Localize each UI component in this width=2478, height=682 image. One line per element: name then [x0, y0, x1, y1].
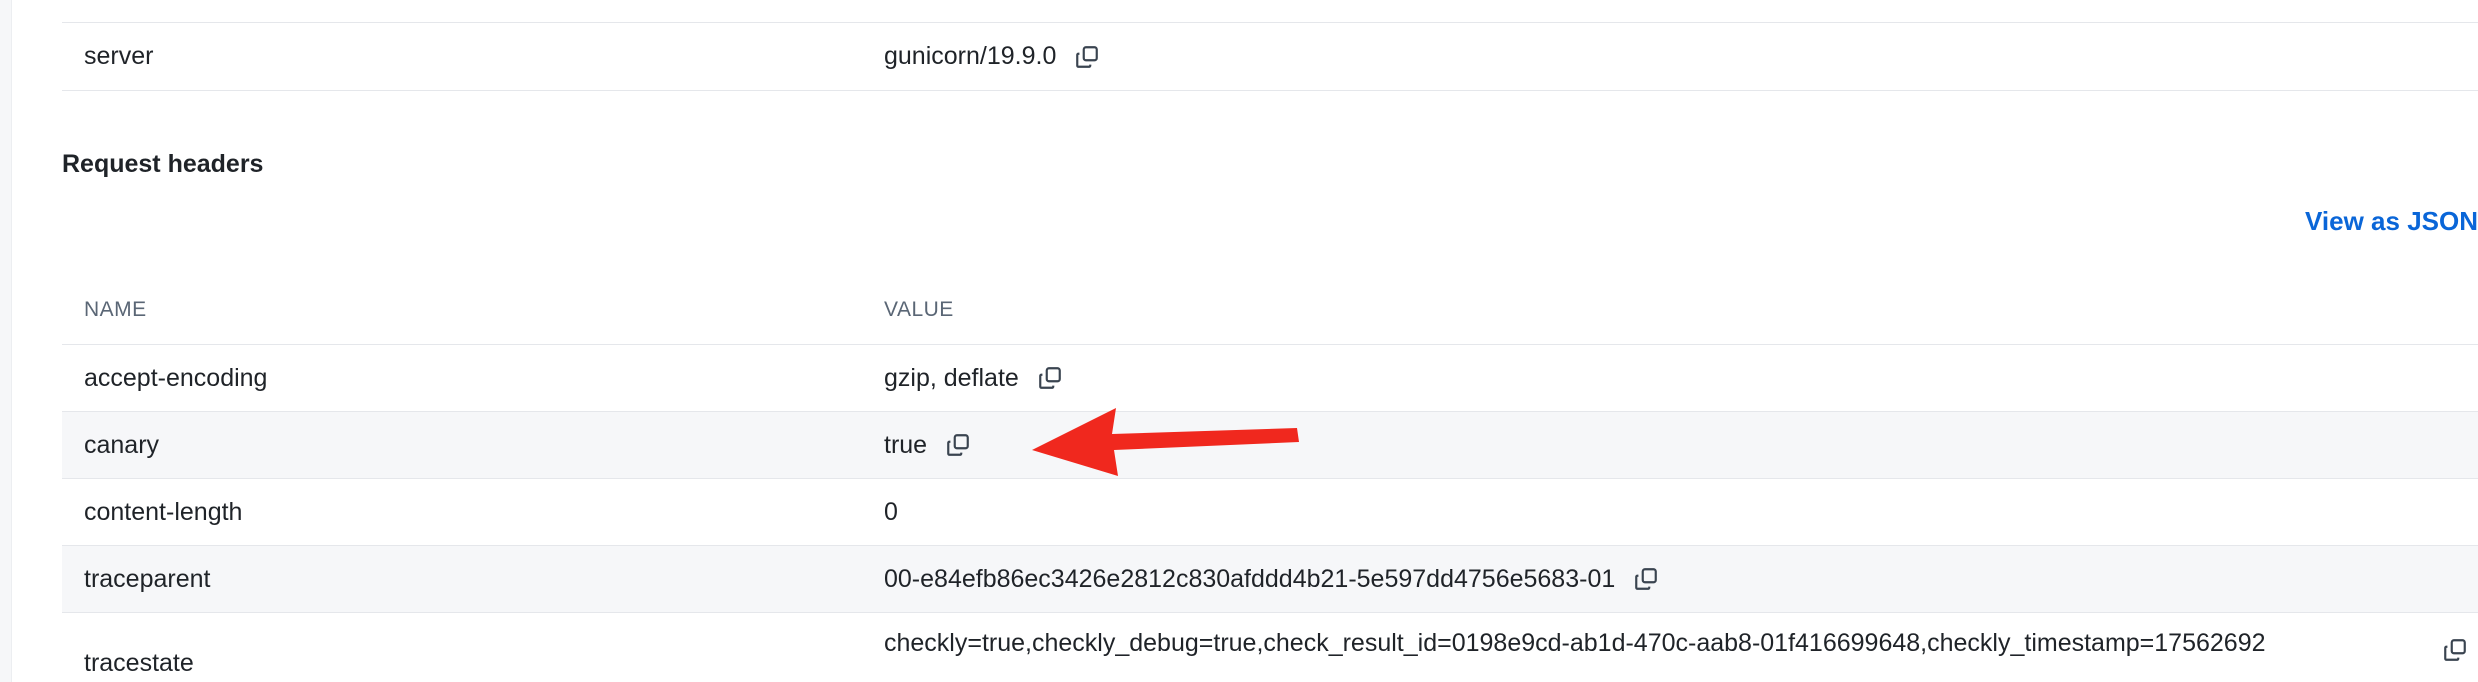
- copy-icon[interactable]: [1633, 566, 1659, 592]
- header-value-text: checkly=true,checkly_debug=true,check_re…: [884, 629, 2266, 657]
- column-header-name: NAME: [84, 298, 147, 321]
- header-value-text: gunicorn/19.9.0: [884, 42, 1057, 70]
- header-value: 0: [884, 498, 898, 527]
- header-name: tracestate: [84, 649, 194, 677]
- table-row: accept-encoding gzip, deflate: [62, 345, 2478, 412]
- header-value: checkly=true,checkly_debug=true,check_re…: [884, 623, 2474, 663]
- copy-icon[interactable]: [1037, 365, 1063, 391]
- header-name: accept-encoding: [84, 363, 268, 392]
- section-title-request-headers: Request headers: [62, 150, 264, 178]
- column-header-value: VALUE: [884, 298, 954, 321]
- copy-icon[interactable]: [945, 432, 971, 458]
- table-header-row: NAME VALUE: [62, 278, 2478, 345]
- table-row: tracestate checkly=true,checkly_debug=tr…: [62, 613, 2478, 682]
- header-name: canary: [84, 430, 160, 459]
- annotation-arrow-icon: [1032, 408, 1299, 476]
- header-value-text: 00-e84efb86ec3426e2812c830afddd4b21-5e59…: [884, 564, 1616, 593]
- header-value: gzip, deflate: [884, 364, 1063, 393]
- table-row-server: server gunicorn/19.9.0: [62, 23, 2478, 91]
- header-value-text: gzip, deflate: [884, 363, 1019, 392]
- header-name: server: [84, 42, 154, 70]
- header-value: true: [884, 431, 971, 460]
- header-value: 00-e84efb86ec3426e2812c830afddd4b21-5e59…: [884, 565, 1659, 594]
- header-value: gunicorn/19.9.0: [884, 42, 1100, 71]
- table-row-cut: [62, 0, 2478, 23]
- copy-icon[interactable]: [1074, 44, 1100, 70]
- table-row: traceparent 00-e84efb86ec3426e2812c830af…: [62, 546, 2478, 613]
- header-value-text: 0: [884, 497, 898, 526]
- header-name: content-length: [84, 497, 243, 526]
- header-value-text: true: [884, 430, 928, 459]
- headers-panel: server gunicorn/19.9.0 Request headers V…: [62, 0, 2478, 682]
- page: server gunicorn/19.9.0 Request headers V…: [0, 0, 2478, 682]
- copy-icon[interactable]: [2442, 637, 2468, 663]
- response-headers-table: server gunicorn/19.9.0: [62, 0, 2478, 91]
- view-as-json-link[interactable]: View as JSON: [2305, 206, 2478, 237]
- header-name: traceparent: [84, 564, 211, 593]
- left-panel-edge: [0, 0, 12, 682]
